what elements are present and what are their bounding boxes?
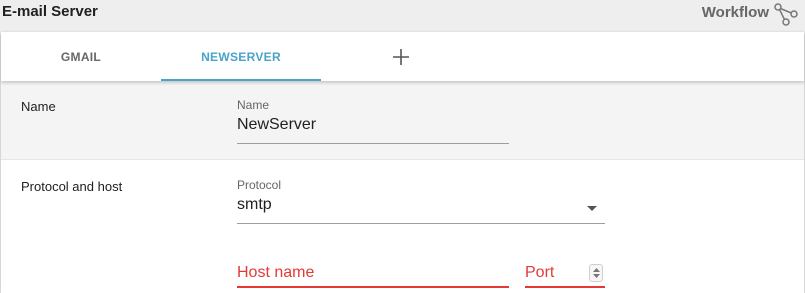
host-name-underline [237, 286, 509, 288]
tab-bar: GMAIL NEWSERVER [1, 32, 804, 81]
name-section: Name Name NewServer [1, 81, 804, 160]
port-input[interactable]: Port [525, 264, 554, 282]
app-header: E-mail Server Workflow [0, 0, 805, 30]
name-section-label: Name [21, 99, 56, 114]
name-field-caption: Name [237, 98, 270, 112]
tab-newserver-label: NEWSERVER [201, 49, 281, 64]
host-name-input[interactable]: Host name [237, 264, 314, 282]
protocol-field-caption: Protocol [237, 178, 282, 192]
add-tab-button[interactable] [361, 32, 441, 81]
workflow-link[interactable]: Workflow [702, 4, 769, 21]
tab-gmail[interactable]: GMAIL [1, 32, 161, 81]
tab-newserver[interactable]: NEWSERVER [161, 32, 321, 81]
server-card: GMAIL NEWSERVER Name Name NewServer Prot… [1, 32, 804, 293]
protocol-section-label: Protocol and host [21, 179, 123, 194]
port-underline [525, 286, 605, 288]
plus-icon [393, 48, 409, 65]
name-field-underline [237, 143, 509, 144]
stepper-arrows-icon [593, 268, 600, 278]
page-title: E-mail Server [2, 3, 98, 20]
chevron-down-icon[interactable] [587, 206, 597, 211]
tab-gmail-label: GMAIL [60, 49, 102, 64]
port-stepper[interactable] [589, 264, 603, 282]
protocol-select[interactable]: smtp [237, 196, 272, 214]
active-tab-indicator [161, 79, 321, 81]
protocol-field-underline [237, 223, 605, 224]
workflow-icon[interactable] [773, 2, 799, 26]
protocol-host-section: Protocol and host Protocol smtp Host nam… [1, 160, 804, 293]
name-field[interactable]: NewServer [237, 116, 316, 134]
